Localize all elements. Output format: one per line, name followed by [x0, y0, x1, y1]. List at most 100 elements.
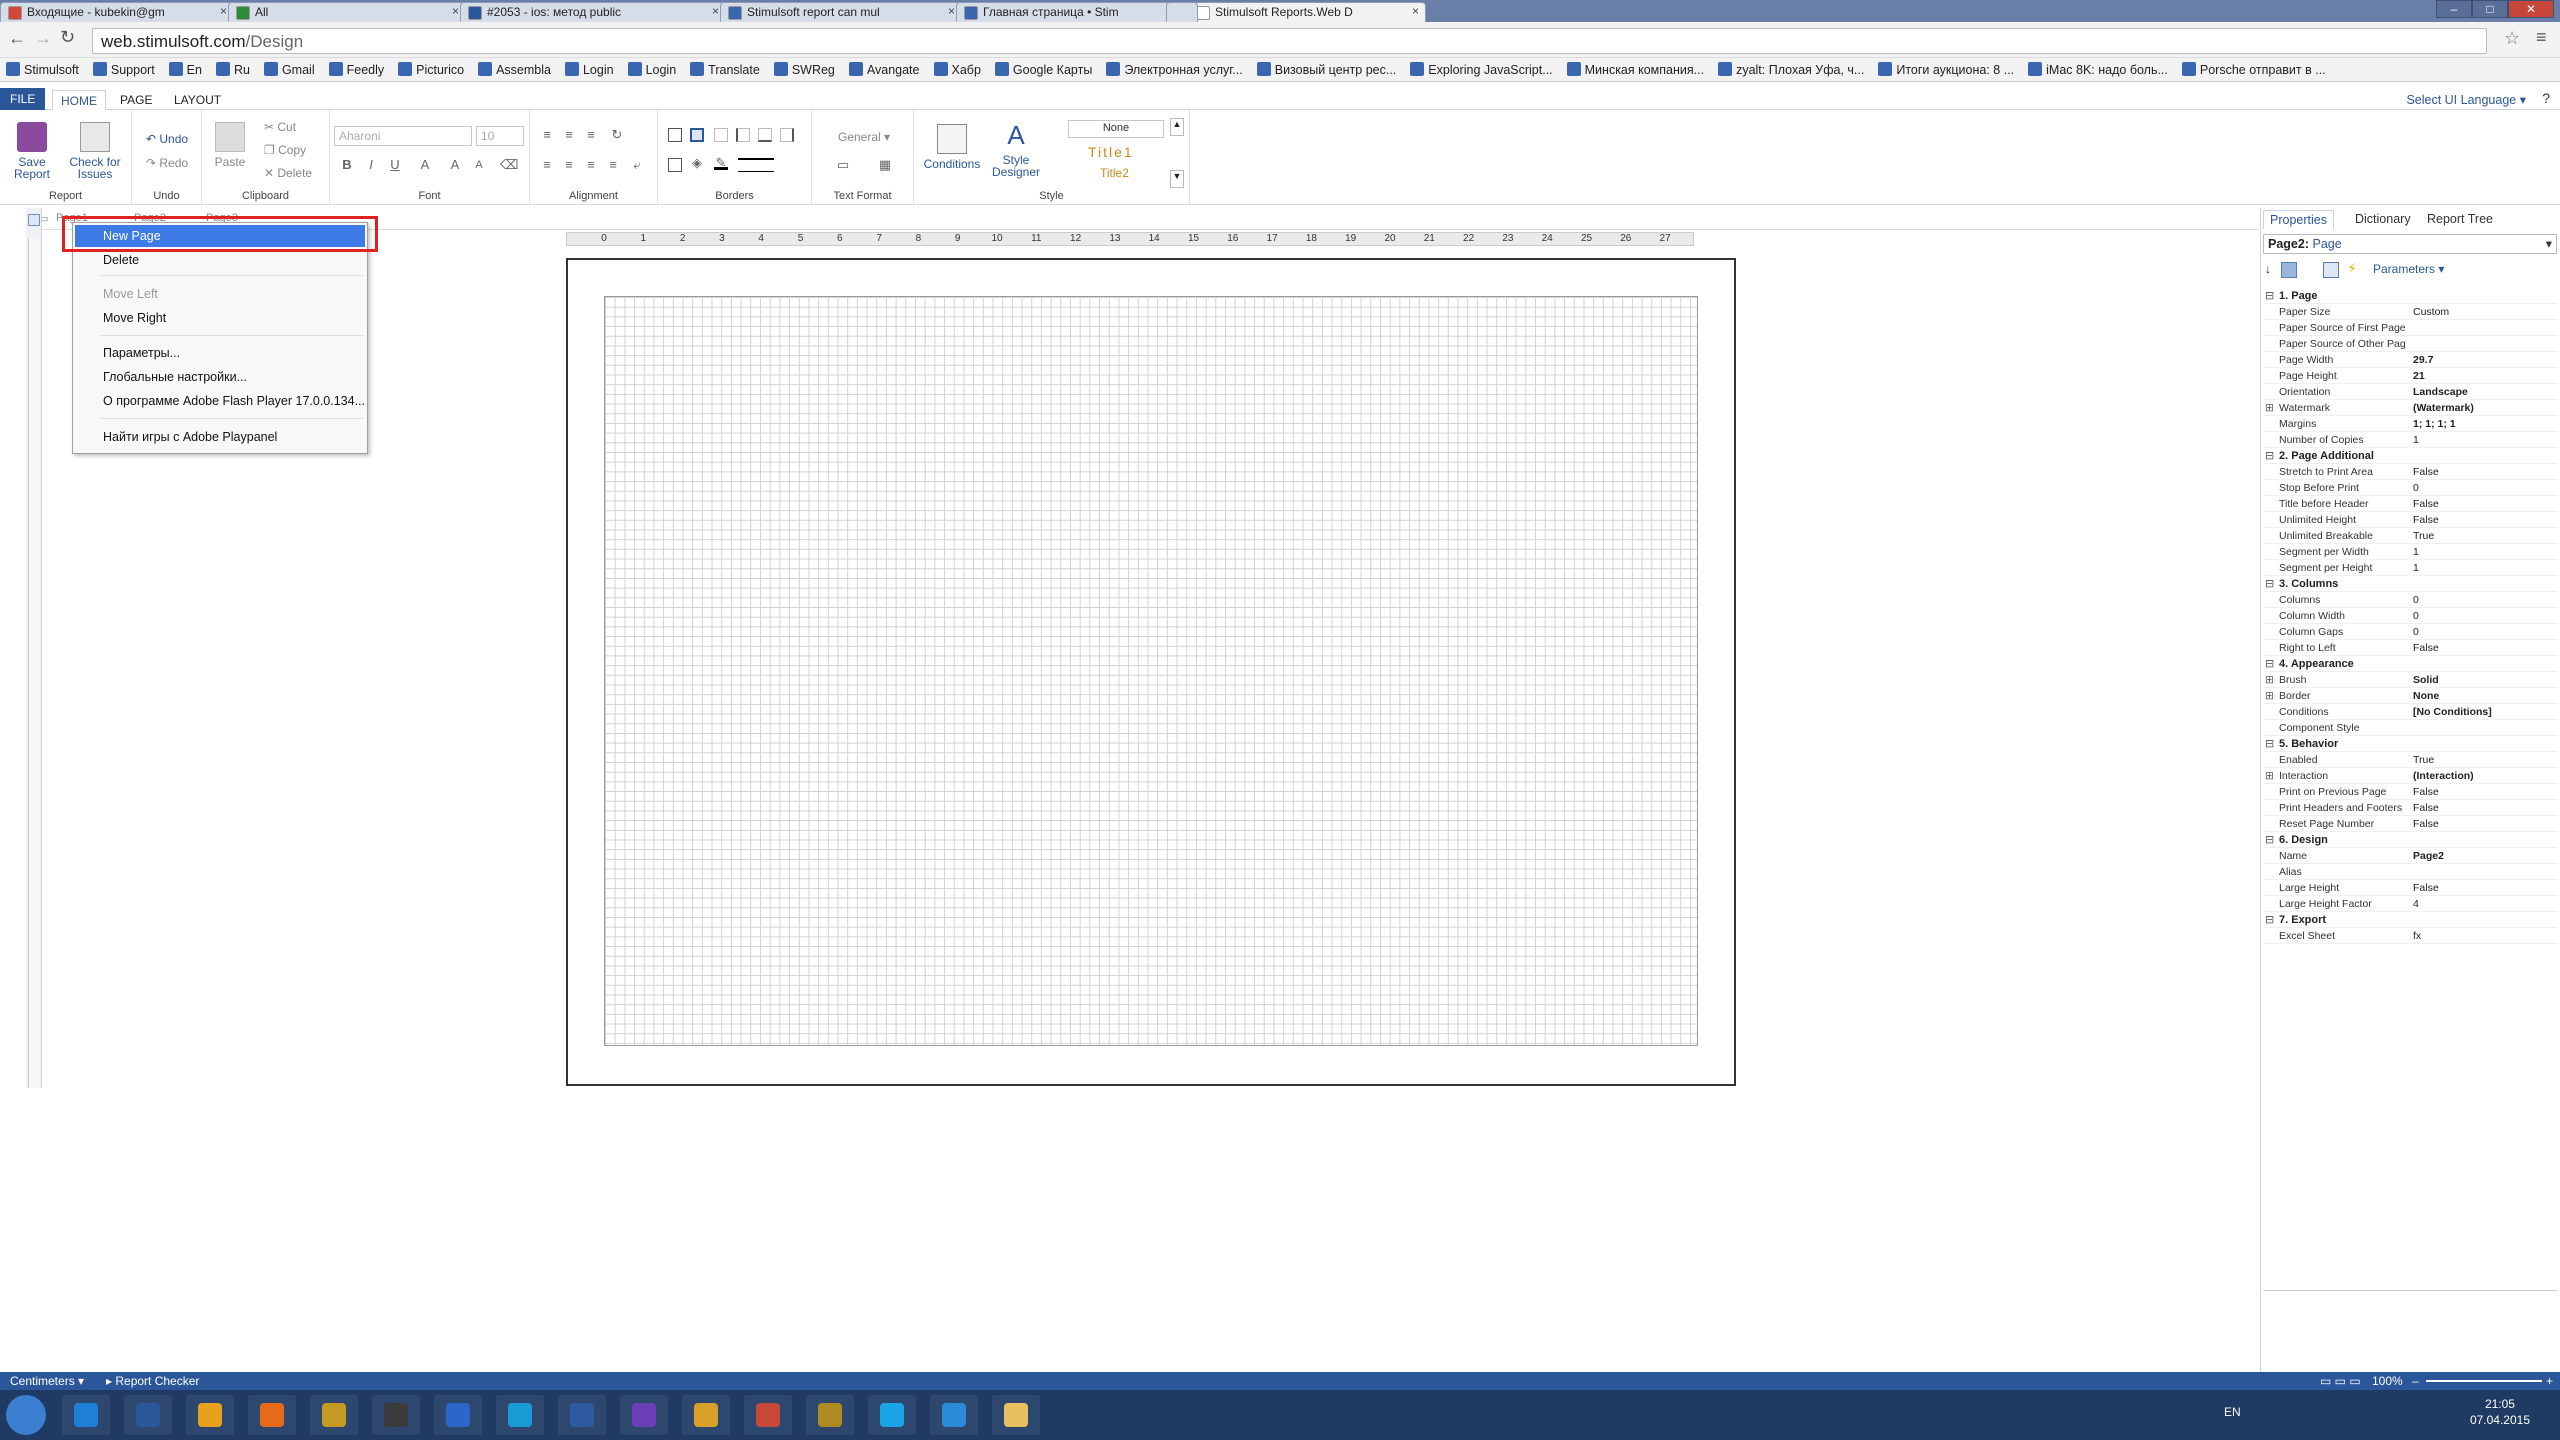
property-value[interactable]: True	[2413, 528, 2553, 544]
property-row[interactable]: Paper Source of Other Pages	[2263, 336, 2557, 352]
border-style-icon[interactable]	[738, 158, 774, 172]
property-value[interactable]: (Interaction)	[2413, 768, 2553, 784]
shrink-font-icon[interactable]: A	[472, 158, 486, 172]
browser-tab[interactable]: Stimulsoft report can mul ×	[720, 2, 962, 22]
view-mode-icon[interactable]: ▭ ▭ ▭	[2320, 1372, 2361, 1390]
bookmark-item[interactable]: Итоги аукциона: 8 ...	[1878, 58, 2014, 81]
style-title2-item[interactable]: Title2	[1100, 166, 1129, 180]
align-bottom-icon[interactable]: ≡	[584, 128, 598, 142]
tab-page[interactable]: PAGE	[112, 90, 160, 110]
property-row[interactable]: Alias	[2263, 864, 2557, 880]
property-row[interactable]: Segment per Width 1	[2263, 544, 2557, 560]
property-category[interactable]: 1. Page	[2263, 288, 2557, 304]
property-row[interactable]: Unlimited Breakable True	[2263, 528, 2557, 544]
property-value[interactable]: Custom	[2413, 304, 2553, 320]
bookmark-item[interactable]: Электронная услуг...	[1106, 58, 1243, 81]
property-row[interactable]: Large Height Factor 4	[2263, 896, 2557, 912]
property-row[interactable]: Reset Page Number False	[2263, 816, 2557, 832]
tab-home[interactable]: HOME	[52, 90, 106, 110]
property-value[interactable]: False	[2413, 800, 2553, 816]
bookmark-item[interactable]: SWReg	[773, 58, 835, 81]
object-selector[interactable]: Page2: Page ▾	[2263, 234, 2557, 254]
bookmark-item[interactable]: Gmail	[263, 58, 315, 81]
font-size-select[interactable]: 10	[476, 126, 524, 146]
style-none-item[interactable]: None	[1068, 120, 1164, 138]
tab-close-icon[interactable]: ×	[712, 4, 719, 18]
property-row[interactable]: ⊞ Watermark (Watermark)	[2263, 400, 2557, 416]
taskbar-app-icon[interactable]	[682, 1395, 730, 1435]
taskbar-app-icon[interactable]	[372, 1395, 420, 1435]
grow-font-icon[interactable]: A	[448, 158, 462, 172]
category-view-icon[interactable]	[2281, 262, 2297, 278]
events-icon[interactable]: ⚡	[2347, 260, 2357, 277]
property-row[interactable]: Paper Source of First Page	[2263, 320, 2557, 336]
property-value[interactable]: 1	[2413, 432, 2553, 448]
rotate-text-icon[interactable]: ↻	[610, 128, 624, 142]
taskbar-app-icon[interactable]	[248, 1395, 296, 1435]
property-value[interactable]: 1	[2413, 560, 2553, 576]
forward-icon[interactable]: →	[34, 28, 52, 49]
property-value[interactable]: (Watermark)	[2413, 400, 2553, 416]
property-value[interactable]: True	[2413, 752, 2553, 768]
property-value[interactable]: 1; 1; 1; 1	[2413, 416, 2553, 432]
property-value[interactable]: [No Conditions]	[2413, 704, 2553, 720]
property-row[interactable]: Enabled True	[2263, 752, 2557, 768]
property-value[interactable]: None	[2413, 688, 2553, 704]
property-row[interactable]: Page Height 21	[2263, 368, 2557, 384]
clear-format-icon[interactable]: ⌫	[500, 158, 518, 172]
property-row[interactable]: Column Gaps 0	[2263, 624, 2557, 640]
zoom-out-icon[interactable]: –	[2412, 1372, 2419, 1390]
format-icon-1[interactable]: ▭	[836, 158, 850, 172]
property-row[interactable]: Excel Sheet fx	[2263, 928, 2557, 944]
font-name-select[interactable]: Aharoni	[334, 126, 472, 146]
delete-button[interactable]: ✕ Delete	[264, 166, 312, 180]
bookmark-item[interactable]: En	[168, 58, 202, 81]
browser-tab[interactable]: #2053 - ios: метод public ×	[460, 2, 726, 22]
border-shadow-icon[interactable]	[668, 158, 682, 172]
property-value[interactable]: 21	[2413, 368, 2553, 384]
property-category[interactable]: 5. Behavior	[2263, 736, 2557, 752]
paste-button[interactable]: Paste	[208, 122, 252, 168]
sort-icon[interactable]: ↓	[2265, 262, 2271, 276]
property-value[interactable]: False	[2413, 880, 2553, 896]
format-icon-2[interactable]: ▦	[878, 158, 892, 172]
align-left-icon[interactable]: ≡	[540, 158, 554, 172]
align-center-icon[interactable]: ≡	[562, 158, 576, 172]
property-value[interactable]: 4	[2413, 896, 2553, 912]
property-row[interactable]: Segment per Height 1	[2263, 560, 2557, 576]
menu-move-right[interactable]: Move Right	[75, 307, 365, 329]
file-tab[interactable]: FILE	[0, 88, 46, 110]
bookmark-item[interactable]: Визовый центр рес...	[1256, 58, 1396, 81]
property-row[interactable]: Title before Header False	[2263, 496, 2557, 512]
input-language[interactable]: EN	[2224, 1405, 2241, 1419]
property-value[interactable]: False	[2413, 640, 2553, 656]
units-select[interactable]: Centimeters ▾	[10, 1372, 84, 1390]
menu-global-settings[interactable]: Глобальные настройки...	[75, 366, 365, 388]
expand-icon[interactable]: ⊞	[2265, 400, 2274, 416]
property-row[interactable]: ⊞ Interaction (Interaction)	[2263, 768, 2557, 784]
taskbar-app-icon[interactable]	[496, 1395, 544, 1435]
property-row[interactable]: Print on Previous Page False	[2263, 784, 2557, 800]
property-value[interactable]: False	[2413, 496, 2553, 512]
report-checker-button[interactable]: ▸ Report Checker	[106, 1372, 199, 1390]
tab-layout[interactable]: LAYOUT	[166, 90, 229, 110]
property-row[interactable]: Unlimited Height False	[2263, 512, 2557, 528]
property-value[interactable]: Page2	[2413, 848, 2553, 864]
property-row[interactable]: ⊞ Brush Solid	[2263, 672, 2557, 688]
menu-move-left[interactable]: Move Left	[75, 283, 365, 305]
bookmark-item[interactable]: Exploring JavaScript...	[1410, 58, 1553, 81]
browser-tab[interactable]: Главная страница • Stim×	[956, 2, 1194, 22]
bookmark-star-icon[interactable]: ☆	[2504, 28, 2520, 49]
italic-icon[interactable]: I	[364, 158, 378, 172]
minimize-button[interactable]: ‒	[2436, 0, 2472, 18]
property-value[interactable]: False	[2413, 784, 2553, 800]
property-value[interactable]: 0	[2413, 608, 2553, 624]
taskbar-app-icon[interactable]	[868, 1395, 916, 1435]
menu-playpanel[interactable]: Найти игры с Adobe Playpanel	[75, 426, 365, 448]
bookmark-item[interactable]: zyalt: Плохая Уфа, ч...	[1718, 58, 1864, 81]
bold-icon[interactable]: B	[340, 158, 354, 172]
tab-properties[interactable]: Properties	[2263, 210, 2334, 229]
menu-delete[interactable]: Delete	[75, 249, 365, 271]
expand-icon[interactable]: ⊞	[2265, 672, 2274, 688]
border-all-icon[interactable]	[668, 128, 682, 142]
